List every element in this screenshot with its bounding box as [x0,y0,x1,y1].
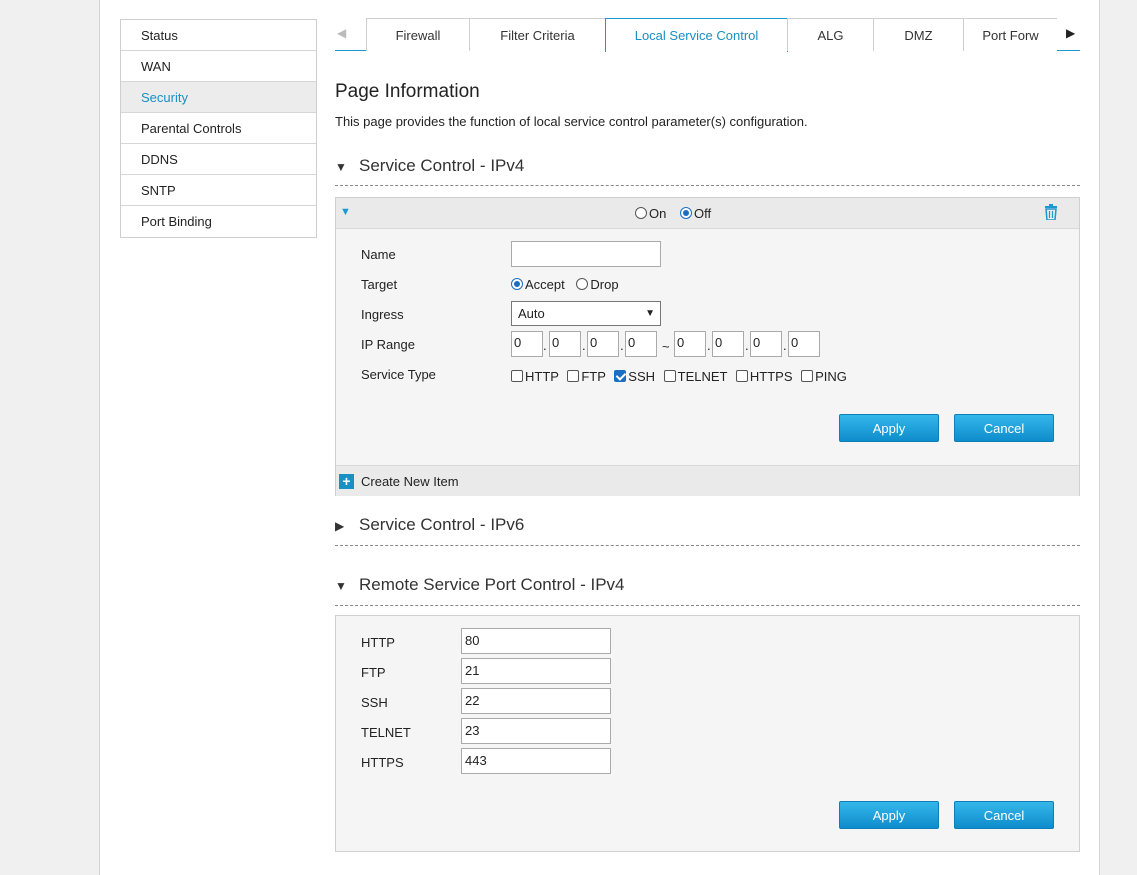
drop-radio[interactable] [576,278,589,290]
collapse-icon: ▼ [335,160,347,174]
port-input-ssh[interactable]: 22 [461,688,611,714]
service-control-panel: ▼ On Off Name Target Accept Drop Ingress… [335,197,1080,496]
ip-start-octet-4[interactable]: 0 [625,331,657,357]
port-input-http[interactable]: 80 [461,628,611,654]
tab-scroll-left-icon[interactable]: ◀ [337,26,346,40]
cancel-button[interactable]: Cancel [954,801,1054,829]
service-type-options: HTTP FTP SSH TELNET HTTPS PING [511,369,847,384]
ip-dot: . [783,338,787,353]
ingress-select[interactable]: Auto ▼ [511,301,661,326]
sidebar-item-sntp[interactable]: SNTP [121,175,316,206]
page-description: This page provides the function of local… [335,114,808,129]
section-service-control-ipv4[interactable]: ▼ Service Control - IPv4 [335,156,1080,186]
cancel-button[interactable]: Cancel [954,414,1054,442]
on-radio[interactable] [635,207,647,219]
ping-label: PING [815,369,847,384]
section-title: Service Control - IPv6 [359,515,525,534]
ip-end-octet-2[interactable]: 0 [712,331,744,357]
sidebar-item-status[interactable]: Status [121,20,316,51]
ssh-label: SSH [628,369,656,384]
apply-button[interactable]: Apply [839,801,939,829]
sidebar-nav: Status WAN Security Parental Controls DD… [120,19,317,238]
accept-radio[interactable] [511,278,523,290]
section-title: Service Control - IPv4 [359,156,525,175]
tab-port-forwarding[interactable]: Port Forw [963,18,1057,51]
ip-start-octet-3[interactable]: 0 [587,331,619,357]
ip-end-octet-3[interactable]: 0 [750,331,782,357]
target-label: Target [361,277,398,292]
create-new-item-label: Create New Item [361,474,459,489]
port-label-ssh: SSH [361,695,388,710]
ip-dot: . [707,338,711,353]
port-label-http: HTTP [361,635,395,650]
port-label-https: HTTPS [361,755,404,770]
chevron-down-icon: ▼ [645,308,655,319]
on-label: On [649,206,667,221]
tab-dmz[interactable]: DMZ [873,18,964,51]
create-new-item-bar[interactable]: + Create New Item [336,465,1079,496]
page-title: Page Information [335,81,480,102]
ip-range-label: IP Range [361,337,415,352]
accept-label: Accept [525,277,565,292]
ip-dot: . [620,338,624,353]
tab-filter-criteria[interactable]: Filter Criteria [469,18,606,51]
tab-scroll-right-icon[interactable]: ▶ [1066,26,1075,40]
ingress-value: Auto [518,306,545,321]
rule-item-header: ▼ On Off [336,198,1079,229]
sidebar-item-parental-controls[interactable]: Parental Controls [121,113,316,144]
port-label-telnet: TELNET [361,725,411,740]
ip-dot: . [745,338,749,353]
ip-end-octet-4[interactable]: 0 [788,331,820,357]
ip-start-octet-1[interactable]: 0 [511,331,543,357]
trash-icon[interactable] [1044,204,1058,223]
plus-icon: + [339,474,354,489]
ftp-label: FTP [581,369,606,384]
name-input[interactable] [511,241,661,267]
off-radio[interactable] [679,207,692,219]
ip-end-octet-1[interactable]: 0 [674,331,706,357]
port-label-ftp: FTP [361,665,386,680]
https-label: HTTPS [749,369,793,384]
section-title: Remote Service Port Control - IPv4 [359,575,625,594]
on-off-toggle: On Off [635,206,711,221]
ip-dot: . [543,338,547,353]
collapse-icon: ▼ [335,579,347,593]
http-checkbox[interactable] [511,370,523,382]
sidebar-item-security[interactable]: Security [121,82,316,113]
tab-local-service-control[interactable]: Local Service Control [605,18,788,52]
name-label: Name [361,247,396,262]
telnet-checkbox[interactable] [663,370,676,382]
ip-dot: . [582,338,586,353]
ssh-checkbox[interactable] [614,370,627,382]
expand-icon: ▶ [335,519,345,533]
tab-bar: ◀ Firewall Filter Criteria Local Service… [335,18,1080,52]
off-label: Off [693,206,712,221]
target-options: Accept Drop [511,277,619,292]
sidebar-item-ddns[interactable]: DDNS [121,144,316,175]
port-input-telnet[interactable]: 23 [461,718,611,744]
remote-port-panel: HTTP 80 FTP 21 SSH 22 TELNET 23 HTTPS 44… [335,615,1080,852]
https-checkbox[interactable] [735,370,748,382]
ip-start-octet-2[interactable]: 0 [549,331,581,357]
port-input-ftp[interactable]: 21 [461,658,611,684]
tab-firewall[interactable]: Firewall [366,18,470,51]
expand-item-icon[interactable]: ▼ [340,206,351,218]
ping-checkbox[interactable] [801,370,814,382]
ingress-label: Ingress [361,307,404,322]
telnet-label: TELNET [677,369,728,384]
apply-button[interactable]: Apply [839,414,939,442]
ftp-checkbox[interactable] [567,370,580,382]
drop-label: Drop [590,277,619,292]
range-separator: ~ [662,339,670,354]
section-service-control-ipv6[interactable]: ▶ Service Control - IPv6 [335,515,1080,546]
sidebar-item-port-binding[interactable]: Port Binding [121,206,316,237]
tab-alg[interactable]: ALG [787,18,874,51]
section-remote-port-control[interactable]: ▼ Remote Service Port Control - IPv4 [335,575,1080,606]
http-label: HTTP [525,369,559,384]
port-input-https[interactable]: 443 [461,748,611,774]
service-type-label: Service Type [361,367,436,382]
sidebar-item-wan[interactable]: WAN [121,51,316,82]
